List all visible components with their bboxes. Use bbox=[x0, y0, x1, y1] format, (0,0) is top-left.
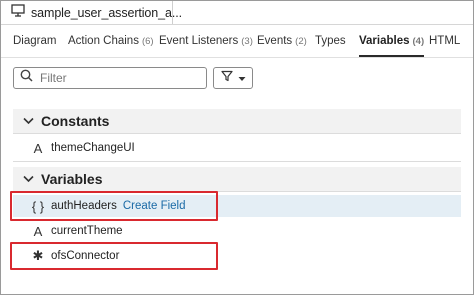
tab-types[interactable]: Types bbox=[315, 25, 346, 57]
highlight-box bbox=[10, 242, 218, 270]
list-item[interactable]: A currentTheme bbox=[13, 220, 461, 242]
tab-label: Variables bbox=[359, 35, 410, 47]
tab-diagram[interactable]: Diagram bbox=[13, 25, 56, 57]
variable-name: themeChangeUI bbox=[51, 142, 135, 154]
designer-panel: sample_user_assertion_a... Diagram Actio… bbox=[0, 0, 474, 295]
file-tab[interactable]: sample_user_assertion_a... bbox=[1, 1, 182, 24]
tab-html[interactable]: HTML bbox=[429, 25, 460, 57]
tab-label: Action Chains bbox=[68, 35, 139, 47]
tab-label: Diagram bbox=[13, 35, 57, 47]
file-tab-name: sample_user_assertion_a... bbox=[31, 5, 182, 20]
editor-tabs: Diagram Action Chains (6) Event Listener… bbox=[1, 25, 473, 57]
tab-count: (6) bbox=[141, 35, 154, 47]
variables-section-header[interactable]: Variables bbox=[13, 167, 461, 191]
filter-menu-button[interactable] bbox=[213, 67, 253, 89]
tab-label: HTML bbox=[429, 35, 461, 47]
filter-field[interactable] bbox=[13, 67, 207, 89]
variable-name: currentTheme bbox=[51, 225, 123, 237]
divider bbox=[1, 57, 473, 58]
chevron-down-icon[interactable] bbox=[21, 175, 35, 183]
tab-count: (2) bbox=[295, 35, 307, 47]
list-item[interactable]: A themeChangeUI bbox=[13, 137, 461, 159]
divider bbox=[13, 161, 461, 162]
section-title: Constants bbox=[41, 113, 110, 129]
highlight-box bbox=[10, 191, 218, 221]
monitor-icon bbox=[11, 3, 25, 22]
tab-variables[interactable]: Variables (4) bbox=[359, 25, 425, 57]
funnel-icon bbox=[220, 69, 233, 87]
filter-input[interactable] bbox=[40, 71, 190, 85]
chevron-down-icon[interactable] bbox=[21, 117, 35, 125]
section-title: Variables bbox=[41, 171, 103, 187]
tab-count: (3) bbox=[241, 35, 253, 47]
tab-action-chains[interactable]: Action Chains (6) bbox=[68, 25, 154, 57]
tab-label: Types bbox=[315, 35, 346, 47]
search-icon bbox=[20, 69, 33, 87]
divider bbox=[13, 133, 461, 134]
tab-events[interactable]: Events (2) bbox=[257, 25, 307, 57]
string-type-icon: A bbox=[33, 223, 43, 239]
caret-down-icon bbox=[238, 69, 246, 87]
constants-section-header[interactable]: Constants bbox=[13, 109, 461, 133]
tab-count: (4) bbox=[412, 35, 425, 47]
tab-label: Events bbox=[257, 35, 293, 47]
tab-label: Event Listeners bbox=[159, 35, 239, 47]
string-type-icon: A bbox=[33, 140, 43, 156]
tab-event-listeners[interactable]: Event Listeners (3) bbox=[159, 25, 253, 57]
file-tab-bar: sample_user_assertion_a... bbox=[1, 1, 473, 25]
